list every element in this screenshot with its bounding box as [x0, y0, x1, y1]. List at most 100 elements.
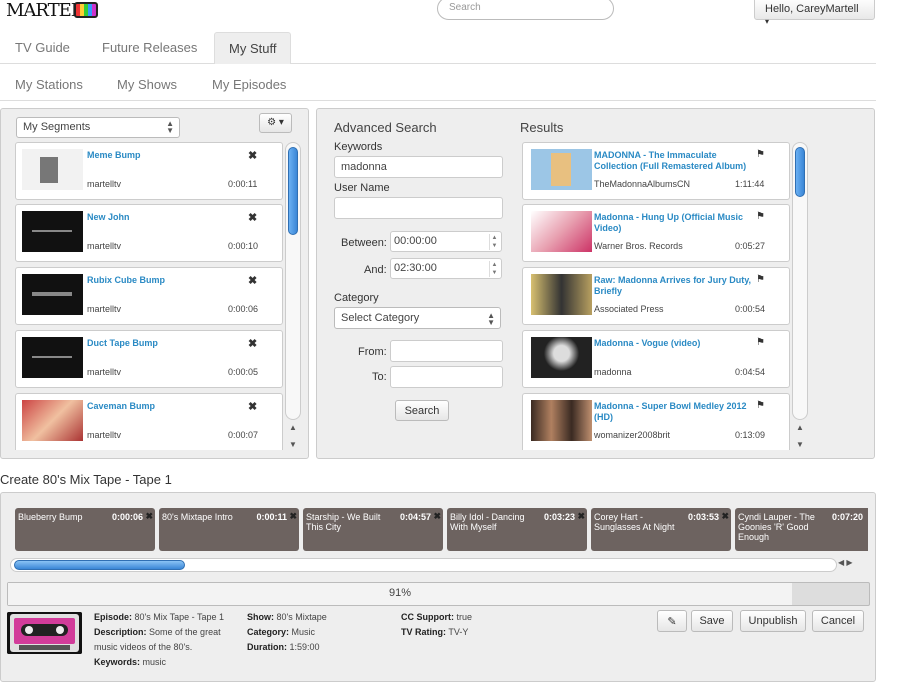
result-title[interactable]: Raw: Madonna Arrives for Jury Duty, Brie… [594, 275, 754, 297]
to-input[interactable] [390, 366, 503, 388]
track-card[interactable]: 80's Mixtape Intro 0:00:11 ✖ [159, 508, 299, 551]
track-card[interactable]: Cyndi Lauper - The Goonies 'R' Good Enou… [735, 508, 868, 551]
track-card[interactable]: Corey Hart - Sunglasses At Night 0:03:53 ✖ [591, 508, 731, 551]
segment-card[interactable]: Caveman Bump martelltv 0:00:07 ✖ [15, 393, 283, 450]
remove-icon[interactable]: ✖ [145, 511, 153, 521]
description-value-line2: music videos of the 80's. [94, 642, 193, 652]
segment-title[interactable]: New John [87, 212, 130, 223]
episode-label: Episode: [94, 612, 133, 622]
category-select-value: Select Category [341, 312, 420, 324]
subtab-my-episodes[interactable]: My Episodes [212, 77, 286, 92]
flag-icon[interactable]: ⚑ [756, 274, 765, 285]
result-title[interactable]: Madonna - Vogue (video) [594, 338, 754, 349]
track-card[interactable]: Blueberry Bump 0:00:06 ✖ [15, 508, 155, 551]
segment-card[interactable]: New John martelltv 0:00:10 ✖ [15, 204, 283, 262]
subtab-my-shows[interactable]: My Shows [117, 77, 177, 92]
results-scrollbar[interactable] [792, 142, 808, 420]
username-input[interactable] [334, 197, 503, 219]
segment-card[interactable]: Meme Bump martelltv 0:00:11 ✖ [15, 142, 283, 200]
spinner-icon[interactable]: ▲ ▼ [489, 234, 499, 250]
segments-scroll-thumb[interactable] [288, 147, 298, 235]
remove-icon[interactable]: ✖ [248, 149, 257, 162]
track-name: Corey Hart - Sunglasses At Night [594, 512, 675, 532]
remove-icon[interactable]: ✖ [289, 511, 297, 521]
flag-icon[interactable]: ⚑ [756, 400, 765, 411]
scroll-down-icon[interactable]: ▼ [796, 440, 804, 449]
tab-future-releases[interactable]: Future Releases [88, 32, 211, 64]
segment-user: martelltv [87, 304, 122, 314]
flag-icon[interactable]: ⚑ [756, 337, 765, 348]
segment-card[interactable]: Duct Tape Bump martelltv 0:00:05 ✖ [15, 330, 283, 388]
category-select[interactable]: Select Category ▲ ▼ [334, 307, 501, 329]
segment-duration: 0:00:10 [228, 241, 259, 251]
result-title[interactable]: MADONNA - The Immaculate Collection (Ful… [594, 150, 754, 172]
track-name: Billy Idol - Dancing With Myself [450, 512, 525, 532]
description-value: Some of the great [149, 627, 221, 637]
result-duration: 1:11:44 [735, 179, 765, 189]
spinner-icon[interactable]: ▲ ▼ [489, 261, 499, 277]
result-title[interactable]: Madonna - Super Bowl Medley 2012 (HD) [594, 401, 754, 423]
cancel-button[interactable]: Cancel [812, 610, 864, 632]
keywords-meta-label: Keywords: [94, 657, 141, 667]
result-card[interactable]: Madonna - Vogue (video) madonna 0:04:54 … [522, 330, 790, 388]
result-thumbnail [531, 274, 592, 315]
remove-icon[interactable]: ✖ [248, 400, 257, 413]
username-label: User Name [334, 182, 390, 194]
remove-icon[interactable]: ✖ [248, 274, 257, 287]
flag-icon[interactable]: ⚑ [756, 149, 765, 160]
segment-title[interactable]: Duct Tape Bump [87, 338, 158, 349]
keywords-input[interactable]: madonna [334, 156, 503, 178]
remove-icon[interactable]: ✖ [248, 211, 257, 224]
tab-tv-guide[interactable]: TV Guide [1, 32, 84, 64]
scroll-arrows-icon[interactable]: ◀ ▶ [838, 558, 853, 567]
result-card[interactable]: MADONNA - The Immaculate Collection (Ful… [522, 142, 790, 200]
subtab-my-stations[interactable]: My Stations [15, 77, 83, 92]
edit-button[interactable]: ✎ [657, 610, 687, 632]
result-card[interactable]: Raw: Madonna Arrives for Jury Duty, Brie… [522, 267, 790, 325]
segment-user: martelltv [87, 430, 122, 440]
result-user: Warner Bros. Records [594, 241, 683, 251]
segment-card[interactable]: Rubix Cube Bump martelltv 0:00:06 ✖ [15, 267, 283, 325]
track-duration: 0:07:20 [831, 512, 863, 522]
remove-icon[interactable]: ✖ [577, 511, 585, 521]
remove-icon[interactable]: ✖ [248, 337, 257, 350]
unpublish-button[interactable]: Unpublish [740, 610, 806, 632]
result-card[interactable]: Madonna - Super Bowl Medley 2012 (HD) wo… [522, 393, 790, 450]
segments-scrollbar[interactable] [285, 142, 301, 420]
segment-thumbnail [22, 337, 83, 378]
advanced-search-title: Advanced Search [334, 120, 437, 135]
segment-title[interactable]: Rubix Cube Bump [87, 275, 165, 286]
segment-duration: 0:00:06 [228, 304, 259, 314]
remove-icon[interactable]: ✖ [433, 511, 441, 521]
flag-icon[interactable]: ⚑ [756, 211, 765, 222]
remove-icon[interactable]: ✖ [721, 511, 729, 521]
between-label: Between: [341, 237, 387, 249]
user-menu-button[interactable]: Hello, CareyMartell ▾ [754, 0, 875, 26]
search-input[interactable]: Search [437, 0, 614, 20]
track-card[interactable]: Starship - We Built This City 0:04:57 ✖ [303, 508, 443, 551]
search-button[interactable]: Search [395, 400, 449, 421]
segment-title[interactable]: Meme Bump [87, 150, 141, 161]
result-card[interactable]: Madonna - Hung Up (Official Music Video)… [522, 204, 790, 262]
segment-title[interactable]: Caveman Bump [87, 401, 155, 412]
between-stepper[interactable]: 00:00:00 ▲ ▼ [390, 231, 502, 252]
tracks-scroll-thumb[interactable] [14, 560, 185, 570]
save-button[interactable]: Save [691, 610, 733, 632]
category-meta-label: Category: [247, 627, 290, 637]
result-duration: 0:13:09 [735, 430, 766, 440]
results-scroll-thumb[interactable] [795, 147, 805, 197]
result-thumbnail [531, 337, 592, 378]
from-input[interactable] [390, 340, 503, 362]
result-title[interactable]: Madonna - Hung Up (Official Music Video) [594, 212, 754, 234]
scroll-up-icon[interactable]: ▲ [796, 423, 804, 432]
cassette-thumbnail [7, 612, 82, 654]
tab-my-stuff[interactable]: My Stuff [214, 32, 292, 64]
track-card[interactable]: Billy Idol - Dancing With Myself 0:03:23 ✖ [447, 508, 587, 551]
duration-value: 1:59:00 [289, 642, 320, 652]
segments-select[interactable]: My Segments ▲ ▼ [16, 117, 180, 138]
and-stepper[interactable]: 02:30:00 ▲ ▼ [390, 258, 502, 279]
scroll-up-icon[interactable]: ▲ [289, 423, 297, 432]
gear-icon: ⚙ ▾ [267, 117, 284, 128]
scroll-down-icon[interactable]: ▼ [289, 440, 297, 449]
gear-menu-button[interactable]: ⚙ ▾ [259, 113, 292, 133]
